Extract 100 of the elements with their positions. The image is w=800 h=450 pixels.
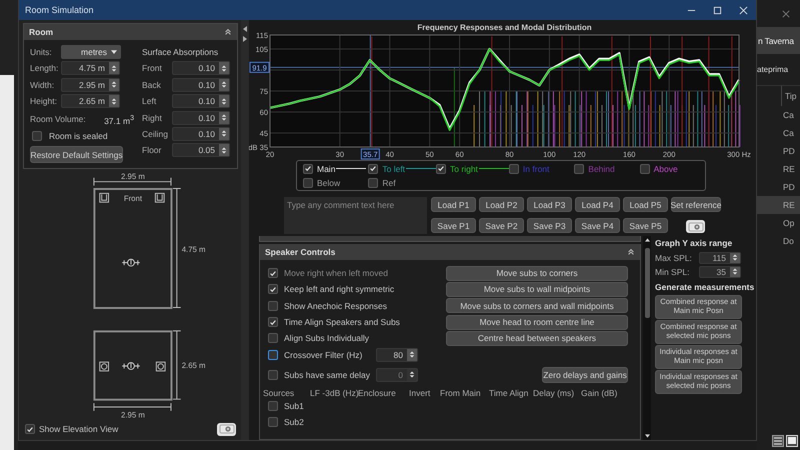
checkbox[interactable]	[268, 400, 278, 411]
save-button[interactable]: Save P2	[479, 218, 524, 233]
field-label: Left	[142, 96, 158, 106]
spin-box[interactable]: 35	[699, 266, 741, 278]
list-item[interactable]: PD	[757, 178, 800, 196]
checkbox[interactable]	[303, 164, 313, 174]
save-button[interactable]: Save P4	[575, 218, 620, 233]
reference-button[interactable]: Set reference	[671, 197, 721, 212]
spin-box[interactable]: 0.10	[172, 110, 230, 125]
spin-box[interactable]: 0.10	[172, 61, 230, 76]
checkbox[interactable]	[32, 130, 42, 141]
list-item[interactable]: RE	[757, 160, 800, 178]
checkbox[interactable]	[268, 284, 278, 294]
caret-icon[interactable]	[111, 50, 117, 54]
spinner-arrows-icon[interactable]	[219, 112, 229, 124]
dimension-label: 2.95 m	[121, 411, 145, 420]
list-item[interactable]: Op	[757, 214, 800, 232]
checkbox[interactable]	[25, 424, 35, 434]
spinner-arrows-icon[interactable]	[407, 348, 417, 361]
column-header: Time Align	[489, 388, 530, 398]
list-item[interactable]: RE	[757, 196, 800, 214]
legend-label: Below	[317, 178, 340, 188]
list-view-icon[interactable]	[772, 435, 784, 447]
listener-icon[interactable]	[122, 259, 140, 267]
column-header: From Main	[440, 388, 482, 398]
dimension-label: 4.75 m	[182, 245, 206, 254]
field-label: Units:	[30, 47, 53, 57]
spinner-arrows-icon[interactable]	[219, 128, 229, 140]
spinner-arrows-icon[interactable]	[219, 78, 229, 91]
checkbox[interactable]	[303, 178, 313, 188]
spinner-arrows-icon[interactable]	[219, 144, 229, 156]
spin-box[interactable]: 0.10	[172, 126, 230, 141]
spin-box[interactable]: 0.05	[172, 143, 230, 158]
save-button[interactable]: Save P3	[527, 218, 572, 233]
spin-box[interactable]: 2.95 m	[61, 78, 120, 92]
collapse-icon[interactable]	[627, 248, 635, 256]
save-button[interactable]: Save P1	[431, 218, 476, 233]
list-item[interactable]: PD	[757, 142, 800, 160]
spinner-arrows-icon[interactable]	[109, 95, 119, 108]
checkbox[interactable]	[268, 300, 278, 311]
checkbox[interactable]	[268, 317, 278, 328]
option-label: Subs have same delay	[284, 370, 370, 380]
window-view-icon[interactable]	[786, 435, 798, 447]
close-icon[interactable]	[782, 10, 790, 18]
checkbox[interactable]	[268, 350, 278, 360]
action-button[interactable]: Move subs to corners and wall midpoints	[446, 298, 628, 314]
list-item[interactable]: Ca	[757, 124, 800, 142]
spinner-arrows-icon[interactable]	[730, 266, 740, 276]
spin-box[interactable]: 2.65 m	[61, 94, 120, 108]
column-header: LF -3dB (Hz)	[310, 388, 358, 398]
source-label: Sub2	[284, 416, 304, 427]
camera-button[interactable]	[686, 220, 705, 233]
spin-box[interactable]: 80	[376, 348, 418, 362]
dimension-label: 2.65 m	[182, 361, 206, 370]
zero-button[interactable]: Zero delays and gains	[542, 366, 628, 383]
checkbox[interactable]	[368, 164, 378, 174]
collapse-icon[interactable]	[224, 28, 232, 36]
maximize-icon[interactable]	[712, 6, 722, 14]
action-button[interactable]: Move subs to wall midpoints	[446, 282, 628, 297]
load-button[interactable]: Load P1	[431, 197, 476, 212]
spin-box[interactable]: 4.75 m	[61, 61, 120, 76]
spinner-arrows-icon[interactable]	[219, 62, 229, 74]
load-button[interactable]: Load P3	[527, 197, 572, 212]
speaker-icon[interactable]	[154, 193, 165, 203]
checkbox[interactable]	[436, 164, 446, 174]
spinner-arrows-icon[interactable]	[109, 62, 119, 74]
load-button[interactable]: Load P2	[479, 197, 524, 212]
units-dropdown[interactable]: metres	[61, 45, 121, 59]
checkbox[interactable]	[640, 164, 650, 174]
checkbox[interactable]	[268, 333, 278, 344]
spin-box[interactable]: 0.10	[172, 78, 230, 92]
speaker-icon[interactable]	[99, 193, 110, 203]
section-title: Speaker Controls	[265, 247, 336, 257]
checkbox[interactable]	[368, 178, 378, 188]
listener-icon[interactable]	[122, 362, 140, 370]
group-title: Graph Y axis range	[655, 238, 734, 248]
scrollbar[interactable]	[643, 236, 651, 440]
spinner-arrows-icon[interactable]	[730, 252, 740, 262]
spin-box[interactable]: 0.10	[172, 94, 230, 108]
scroll-up-icon[interactable]	[644, 238, 650, 242]
camera-button[interactable]	[217, 422, 236, 436]
checkbox[interactable]	[574, 164, 584, 174]
checkbox[interactable]	[268, 416, 278, 427]
save-button[interactable]: Save P5	[623, 218, 668, 233]
spinner-arrows-icon[interactable]	[219, 95, 229, 108]
action-button[interactable]: Move subs to corners	[446, 266, 628, 281]
comment-field[interactable]: Type any comment text here	[284, 197, 427, 234]
list-item[interactable]: Do	[757, 232, 800, 250]
checkbox[interactable]	[508, 164, 519, 174]
load-button[interactable]: Load P4	[575, 197, 620, 212]
action-button[interactable]: Centre head between speakers	[446, 330, 628, 346]
restore-button[interactable]: Restore Default Settings	[30, 146, 123, 164]
speaker-icon[interactable]	[99, 362, 110, 372]
speaker-icon[interactable]	[156, 362, 166, 372]
load-button[interactable]: Load P5	[623, 197, 668, 212]
list-item[interactable]: Ca	[757, 106, 800, 124]
scroll-down-icon[interactable]	[644, 434, 650, 438]
spinner-arrows-icon[interactable]	[109, 78, 119, 91]
spin-box[interactable]: 115	[699, 252, 741, 264]
action-button[interactable]: Move head to room centre line	[446, 314, 628, 330]
